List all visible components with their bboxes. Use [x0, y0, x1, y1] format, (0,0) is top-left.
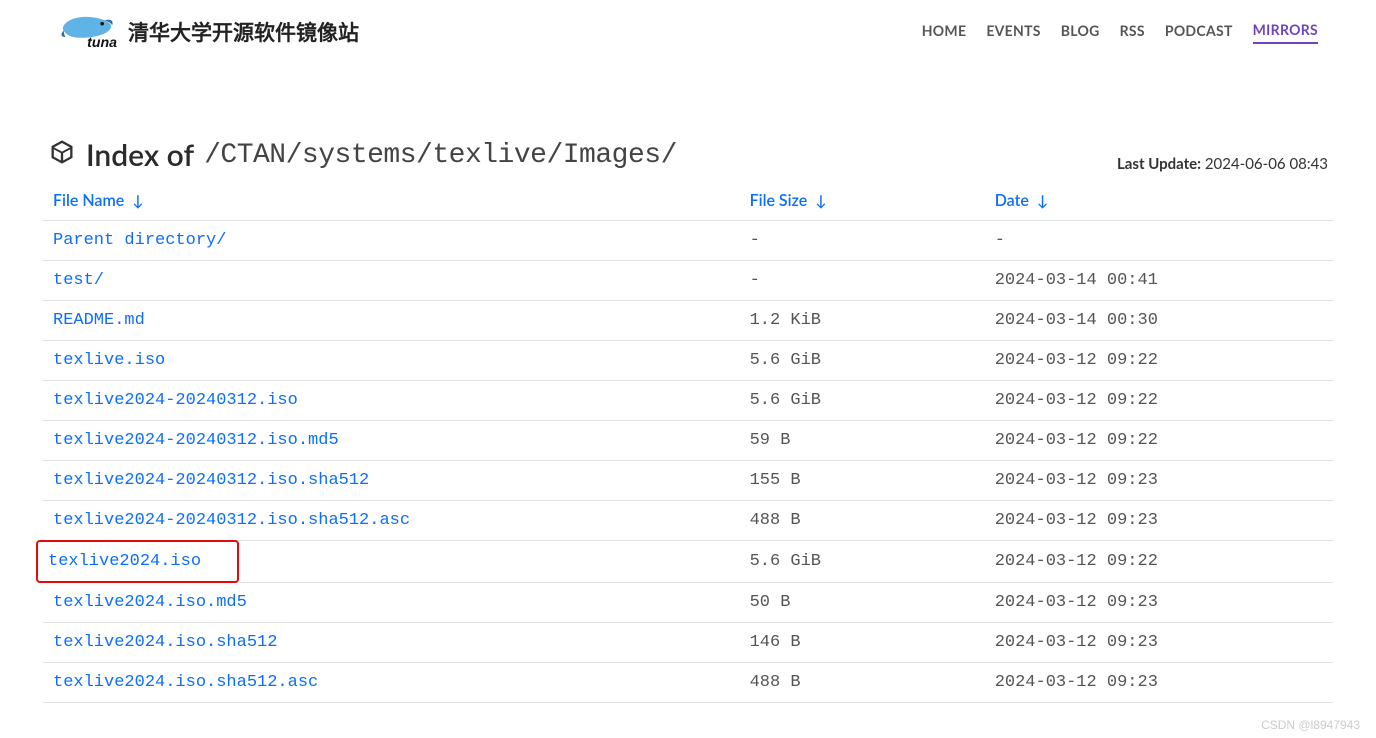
file-link[interactable]: texlive2024-20240312.iso.sha512.asc — [53, 511, 410, 530]
svg-text:tuna: tuna — [87, 35, 117, 51]
sort-arrow-icon: ↓ — [815, 192, 826, 210]
table-row: texlive2024-20240312.iso 5.6 GiB2024-03-1… — [43, 381, 1333, 421]
file-date: 2024-03-12 09:23 — [985, 501, 1333, 541]
last-update-value: 2024-06-06 08:43 — [1205, 155, 1328, 173]
file-size: 488 B — [740, 663, 985, 703]
sort-arrow-icon: ↓ — [1037, 192, 1048, 210]
file-size: - — [740, 261, 985, 301]
file-size: 5.6 GiB — [740, 541, 985, 583]
navbar: tuna 清华大学开源软件镜像站 HOME EVENTS BLOG RSS PODCAS… — [43, 0, 1333, 52]
file-size: 155 B — [740, 461, 985, 501]
heading-prefix: Index of — [86, 137, 194, 173]
file-date: 2024-03-14 00:30 — [985, 301, 1333, 341]
file-size: 59 B — [740, 421, 985, 461]
file-date: 2024-03-12 09:22 — [985, 341, 1333, 381]
table-row: README.md 1.2 KiB2024-03-14 00:30 — [43, 301, 1333, 341]
nav-links: HOME EVENTS BLOG RSS PODCAST MIRRORS — [922, 21, 1318, 44]
brand[interactable]: tuna 清华大学开源软件镜像站 — [58, 12, 359, 52]
nav-link-mirrors[interactable]: MIRRORS — [1253, 21, 1318, 44]
file-size: 488 B — [740, 501, 985, 541]
file-link[interactable]: README.md — [53, 311, 145, 330]
file-date: 2024-03-12 09:23 — [985, 663, 1333, 703]
sort-arrow-icon: ↓ — [132, 192, 143, 210]
table-row: texlive2024-20240312.iso.sha512 155 B2024… — [43, 461, 1333, 501]
file-link[interactable]: texlive2024-20240312.iso.sha512 — [53, 471, 369, 490]
highlighted-file: texlive2024.iso — [36, 540, 239, 583]
file-link[interactable]: texlive2024-20240312.iso.md5 — [53, 431, 339, 450]
table-row: texlive2024-20240312.iso.md5 59 B2024-03-… — [43, 421, 1333, 461]
file-size: 5.6 GiB — [740, 341, 985, 381]
file-link[interactable]: Parent directory/ — [53, 231, 226, 250]
file-link[interactable]: texlive2024.iso — [48, 552, 201, 571]
package-icon — [48, 137, 76, 173]
table-row: test/ -2024-03-14 00:41 — [43, 261, 1333, 301]
table-row: texlive.iso 5.6 GiB2024-03-12 09:22 — [43, 341, 1333, 381]
nav-link-rss[interactable]: RSS — [1120, 22, 1145, 43]
file-date: 2024-03-12 09:22 — [985, 381, 1333, 421]
nav-link-home[interactable]: HOME — [922, 22, 967, 43]
table-row: Parent directory/ -- — [43, 221, 1333, 261]
file-link[interactable]: texlive2024.iso.sha512 — [53, 633, 277, 652]
file-date: - — [985, 221, 1333, 261]
col-header-name[interactable]: File Name ↓ — [53, 191, 143, 210]
file-size: 5.6 GiB — [740, 381, 985, 421]
file-link[interactable]: texlive2024.iso.md5 — [53, 593, 247, 612]
nav-link-podcast[interactable]: PODCAST — [1165, 22, 1233, 43]
file-date: 2024-03-12 09:23 — [985, 583, 1333, 623]
col-header-date[interactable]: Date ↓ — [995, 191, 1048, 210]
page-heading: Index of /CTAN/systems/texlive/Images/ — [48, 137, 677, 173]
file-date: 2024-03-12 09:22 — [985, 421, 1333, 461]
file-link[interactable]: texlive2024-20240312.iso — [53, 391, 298, 410]
nav-link-blog[interactable]: BLOG — [1061, 22, 1100, 43]
table-row: texlive2024-20240312.iso.sha512.asc 488 B… — [43, 501, 1333, 541]
file-size: 146 B — [740, 623, 985, 663]
file-link[interactable]: test/ — [53, 271, 104, 290]
file-size: 1.2 KiB — [740, 301, 985, 341]
col-header-size[interactable]: File Size ↓ — [750, 191, 827, 210]
watermark: CSDN @l8947943 — [1261, 718, 1360, 732]
table-row: texlive2024.iso.sha512 146 B2024-03-12 09… — [43, 623, 1333, 663]
file-size: - — [740, 221, 985, 261]
file-date: 2024-03-12 09:23 — [985, 461, 1333, 501]
file-listing-table: File Name ↓ File Size ↓ Date ↓ — [43, 181, 1333, 703]
table-row: texlive2024.iso 5.6 GiB2024-03-12 09:22 — [43, 541, 1333, 583]
breadcrumb-path: /CTAN/systems/texlive/Images/ — [204, 140, 677, 171]
last-update: Last Update: 2024-06-06 08:43 — [1117, 155, 1328, 173]
last-update-label: Last Update: — [1117, 155, 1201, 173]
table-row: texlive2024.iso.sha512.asc 488 B2024-03-1… — [43, 663, 1333, 703]
site-title: 清华大学开源软件镜像站 — [128, 17, 359, 47]
nav-link-events[interactable]: EVENTS — [986, 22, 1040, 43]
file-date: 2024-03-12 09:23 — [985, 623, 1333, 663]
tuna-logo: tuna — [58, 12, 118, 52]
file-date: 2024-03-12 09:22 — [985, 541, 1333, 583]
file-date: 2024-03-14 00:41 — [985, 261, 1333, 301]
file-size: 50 B — [740, 583, 985, 623]
file-link[interactable]: texlive.iso — [53, 351, 165, 370]
table-row: texlive2024.iso.md5 50 B2024-03-12 09:23 — [43, 583, 1333, 623]
file-link[interactable]: texlive2024.iso.sha512.asc — [53, 673, 318, 692]
